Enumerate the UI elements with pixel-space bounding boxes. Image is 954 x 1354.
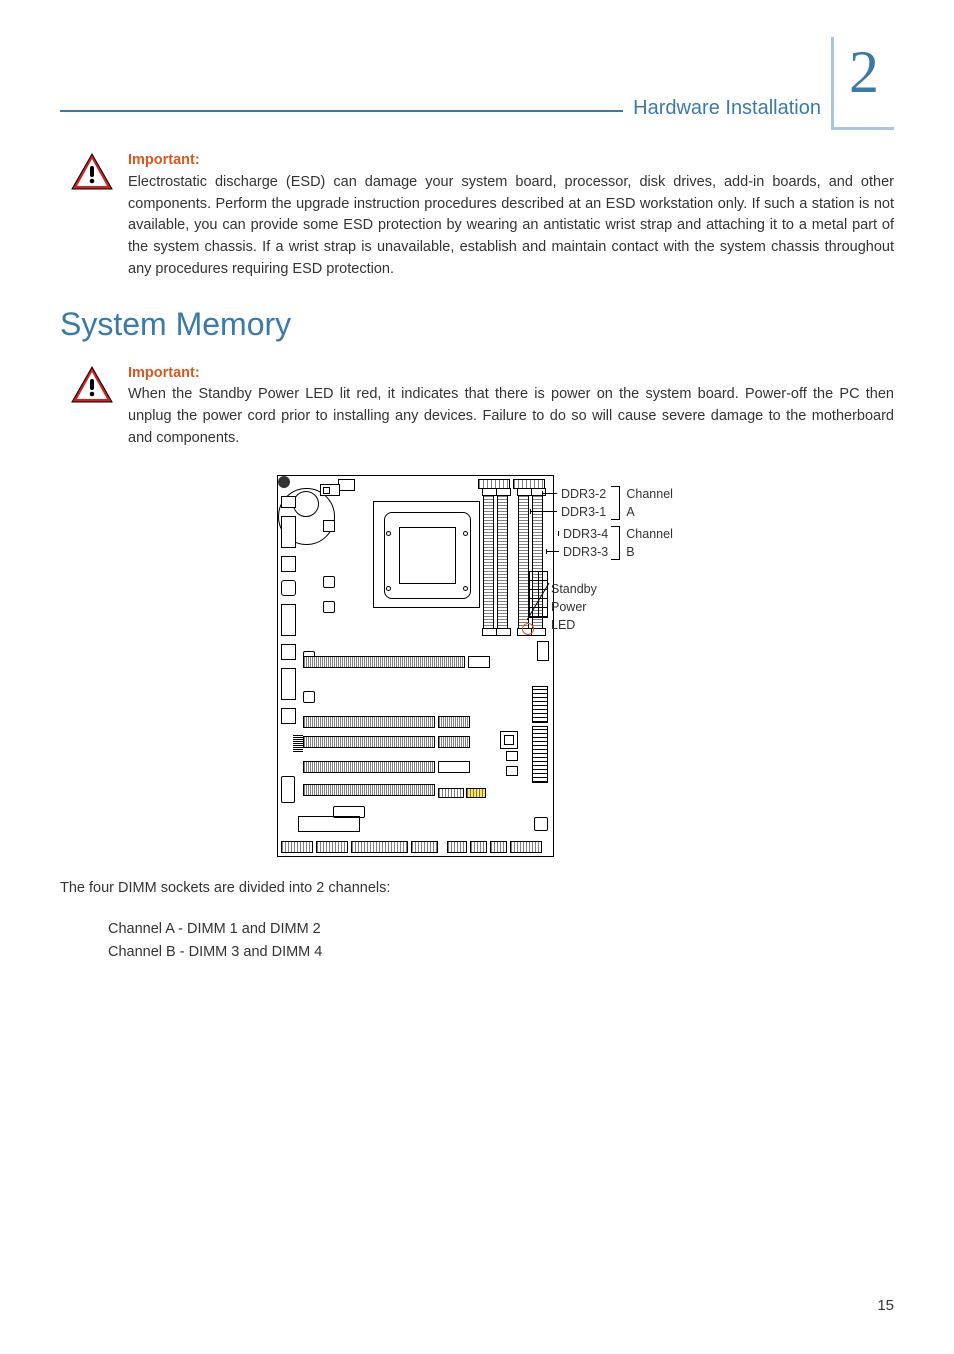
warning-icon (70, 150, 114, 281)
channel-b-line: Channel B - DIMM 3 and DIMM 4 (108, 944, 322, 960)
label-channel-b: Channel B (626, 525, 674, 561)
section-title-system-memory: System Memory (60, 306, 894, 343)
header (298, 816, 360, 832)
pcie-slot (303, 761, 435, 773)
header (323, 520, 335, 532)
pcie-slot (438, 736, 470, 748)
header (303, 691, 315, 703)
important-body: When the Standby Power LED lit red, it i… (128, 386, 894, 446)
header (468, 656, 490, 668)
body-intro: The four DIMM sockets are divided into 2… (60, 877, 894, 900)
chapter-box: 2 (831, 37, 894, 130)
pcie-slot (303, 656, 465, 668)
sata-ports (532, 686, 548, 723)
sata-ports (532, 726, 548, 783)
header (323, 601, 335, 613)
io-panel (281, 496, 296, 816)
header-title: Hardware Installation (633, 97, 821, 120)
important-text-standby: Important: When the Standby Power LED li… (128, 363, 894, 450)
pcie-slot (303, 784, 435, 796)
label-ddr3-3: DDR3-3 (563, 543, 608, 561)
label-ddr3-4: DDR3-4 (563, 525, 608, 543)
fan-header (320, 484, 340, 496)
dimm-slot-ddr3-2 (497, 491, 508, 633)
header (534, 817, 548, 831)
label-channel-a: Channel A (626, 485, 674, 521)
motherboard-diagram: DDR3-2 DDR3-1 Channel A DDR3-4 (60, 475, 894, 857)
important-block-esd: Important: Electrostatic discharge (ESD)… (60, 150, 894, 281)
header (333, 806, 365, 818)
main-content: Important: Electrostatic discharge (ESD)… (60, 120, 894, 964)
header (537, 641, 549, 661)
header (438, 761, 470, 773)
header (338, 479, 355, 491)
label-ddr3-2: DDR3-2 (561, 485, 606, 503)
chapter-number: 2 (849, 37, 879, 102)
important-label: Important: (128, 152, 200, 168)
header (438, 788, 464, 798)
page-header: Hardware Installation 2 (60, 30, 894, 120)
bottom-headers (281, 841, 550, 853)
channel-list: Channel A - DIMM 1 and DIMM 2 Channel B … (60, 918, 894, 964)
pcie-slot (438, 716, 470, 728)
label-standby-led-1: Standby (551, 582, 597, 596)
header (506, 766, 518, 776)
chipset (278, 476, 290, 488)
important-block-standby: Important: When the Standby Power LED li… (60, 363, 894, 450)
label-ddr3-1: DDR3-1 (561, 503, 606, 521)
important-body: Electrostatic discharge (ESD) can damage… (128, 174, 894, 277)
pcie-slot (303, 716, 435, 728)
header (323, 576, 335, 588)
header-rule (60, 110, 623, 112)
header (466, 788, 486, 798)
channel-a-line: Channel A - DIMM 1 and DIMM 2 (108, 921, 321, 937)
page-number: 15 (877, 1297, 894, 1314)
important-text-esd: Important: Electrostatic discharge (ESD)… (128, 150, 894, 281)
motherboard-outline (277, 475, 554, 857)
warning-icon (70, 363, 114, 450)
pcie-slot (303, 736, 435, 748)
dimm-slot-ddr3-1 (483, 491, 494, 633)
cpu-socket (373, 501, 480, 608)
important-label: Important: (128, 365, 200, 381)
label-standby-led-2: Power LED (551, 600, 586, 632)
header (506, 751, 518, 761)
page-content: Hardware Installation 2 Important: Elect… (0, 0, 954, 964)
battery (500, 731, 518, 749)
